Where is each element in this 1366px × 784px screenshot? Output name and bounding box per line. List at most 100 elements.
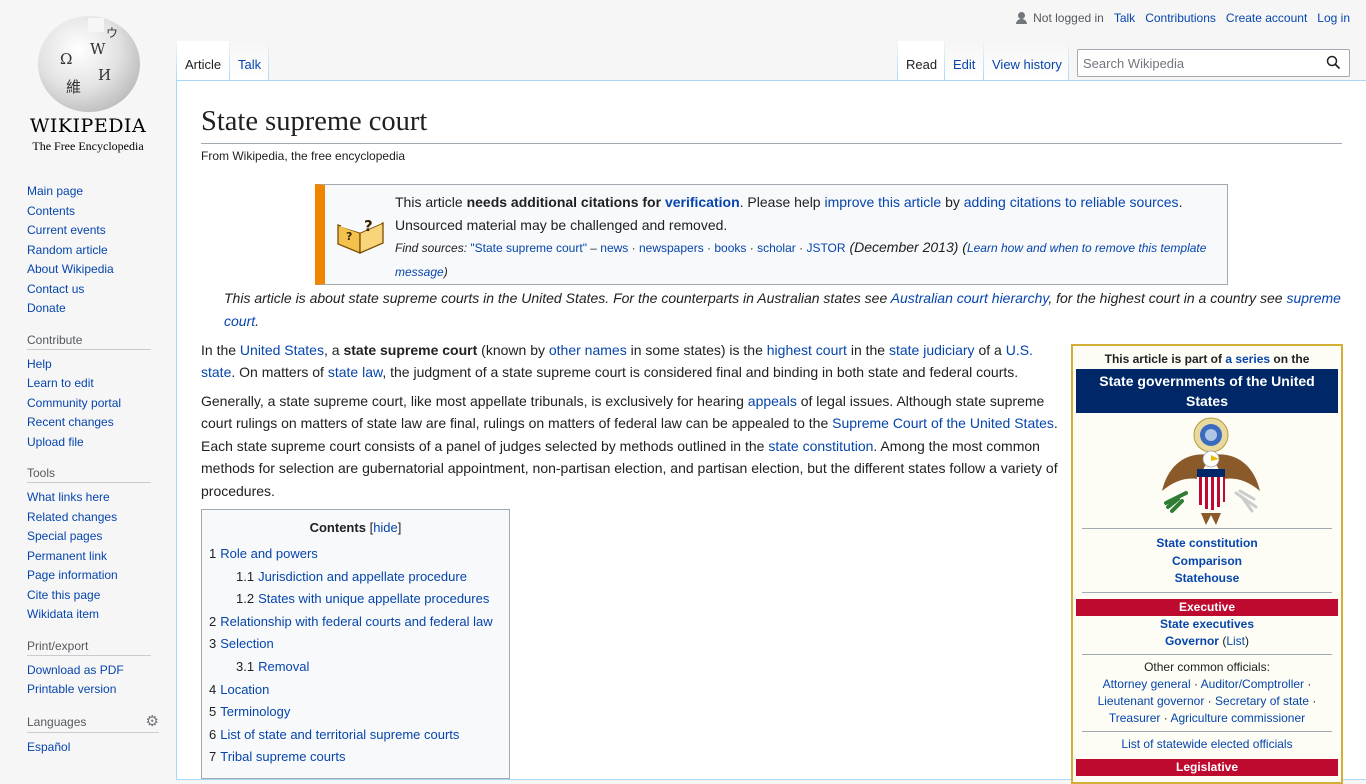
toc-link[interactable]: Removal bbox=[258, 659, 309, 674]
toc-link[interactable]: List of state and territorial supreme co… bbox=[220, 727, 459, 742]
find-sources-query-link[interactable]: "State supreme court" bbox=[470, 241, 587, 255]
p1-bold-term: state supreme court bbox=[343, 342, 478, 358]
toc-item[interactable]: 3 Selection bbox=[209, 633, 502, 656]
toc-item[interactable]: 5 Terminology bbox=[209, 701, 502, 724]
nav-tools-link[interactable]: Cite this page bbox=[27, 586, 176, 606]
toc-link[interactable]: Role and powers bbox=[220, 546, 318, 561]
nav-main-link[interactable]: Contents bbox=[27, 202, 176, 222]
governor-list-link[interactable]: List bbox=[1226, 634, 1245, 648]
agriculture-commissioner-link[interactable]: Agriculture commissioner bbox=[1170, 711, 1305, 725]
statehouse-link[interactable]: Statehouse bbox=[1082, 570, 1332, 588]
citation-notice-box: ? ? This article needs additional citati… bbox=[315, 184, 1228, 285]
appeals-link[interactable]: appeals bbox=[748, 393, 797, 409]
nav-contribute-link[interactable]: Learn to edit bbox=[27, 374, 176, 394]
contribute-heading: Contribute bbox=[27, 333, 151, 350]
lieutenant-governor-link[interactable]: Lieutenant governor bbox=[1098, 694, 1205, 708]
adding-citations-link[interactable]: adding citations to reliable sources bbox=[964, 194, 1179, 210]
nav-main-link[interactable]: About Wikipedia bbox=[27, 260, 176, 280]
fs-dot: · bbox=[795, 241, 807, 255]
treasurer-link[interactable]: Treasurer bbox=[1109, 711, 1161, 725]
auditor-link[interactable]: Auditor/Comptroller bbox=[1201, 677, 1304, 691]
improve-article-link[interactable]: improve this article bbox=[824, 194, 941, 210]
state-constitution-link[interactable]: state constitution bbox=[768, 438, 873, 454]
nav-tools-link[interactable]: Page information bbox=[27, 566, 176, 586]
nav-main-link[interactable]: Current events bbox=[27, 221, 176, 241]
toc-item[interactable]: 1.1 Jurisdiction and appellate procedure bbox=[209, 566, 502, 589]
nav-contribute-link[interactable]: Help bbox=[27, 355, 176, 375]
toc-item[interactable]: 2 Relationship with federal courts and fe… bbox=[209, 611, 502, 634]
nav-tools-link[interactable]: Related changes bbox=[27, 508, 176, 528]
jstor-link[interactable]: JSTOR bbox=[806, 241, 845, 255]
state-executives-link[interactable]: State executives bbox=[1076, 616, 1338, 633]
toc-item[interactable]: 3.1 Removal bbox=[209, 656, 502, 679]
toc-hide-link[interactable]: hide bbox=[373, 520, 398, 535]
toc-link[interactable]: Terminology bbox=[220, 704, 290, 719]
toc-item[interactable]: 1.2 States with unique appellate procedur… bbox=[209, 588, 502, 611]
tab-article[interactable]: Article bbox=[177, 41, 229, 81]
australian-court-hierarchy-link[interactable]: Australian court hierarchy bbox=[891, 290, 1049, 306]
governor-link[interactable]: Governor bbox=[1165, 634, 1219, 648]
toc-link[interactable]: States with unique appellate procedures bbox=[258, 591, 489, 606]
nav-main-link[interactable]: Contact us bbox=[27, 280, 176, 300]
nav-main-link[interactable]: Donate bbox=[27, 299, 176, 319]
toc-item[interactable]: 6 List of state and territorial supreme c… bbox=[209, 724, 502, 747]
nav-tools-link[interactable]: Permanent link bbox=[27, 547, 176, 567]
fs-dash: – bbox=[586, 241, 601, 255]
series-pre3: on the bbox=[1270, 352, 1310, 366]
toc-link[interactable]: Tribal supreme courts bbox=[220, 749, 345, 764]
nav-main-link[interactable]: Random article bbox=[27, 241, 176, 261]
scholar-link[interactable]: scholar bbox=[757, 241, 796, 255]
other-names-link[interactable]: other names bbox=[549, 342, 627, 358]
supreme-court-us-link[interactable]: Supreme Court of the United States bbox=[832, 415, 1054, 431]
nav-tools-link[interactable]: What links here bbox=[27, 488, 176, 508]
toc-item[interactable]: 7 Tribal supreme courts bbox=[209, 746, 502, 769]
books-link[interactable]: books bbox=[714, 241, 746, 255]
nav-tools-link[interactable]: Special pages bbox=[27, 527, 176, 547]
comparison-link[interactable]: Comparison bbox=[1082, 553, 1332, 571]
nav-language-link[interactable]: Español bbox=[27, 738, 176, 758]
toc-link[interactable]: Relationship with federal courts and fed… bbox=[220, 614, 492, 629]
personal-tools: Not logged in Talk Contributions Create … bbox=[1016, 11, 1350, 25]
tab-read[interactable]: Read bbox=[898, 41, 944, 81]
toc-item[interactable]: 4 Location bbox=[209, 679, 502, 702]
wikipedia-logo[interactable]: Ω W И 維 ウ Wikipedia The Free Encyclopedi… bbox=[0, 0, 176, 160]
create-account-link[interactable]: Create account bbox=[1226, 11, 1307, 25]
nav-print-link[interactable]: Download as PDF bbox=[27, 661, 176, 681]
nav-contribute-link[interactable]: Recent changes bbox=[27, 413, 176, 433]
executive-links: State executives Governor (List) bbox=[1076, 616, 1338, 650]
paragraph-2: Generally, a state supreme court, like m… bbox=[201, 390, 1061, 502]
contribute-portal: Help Learn to edit Community portal Recent … bbox=[27, 355, 176, 453]
statewide-officials-link[interactable]: List of statewide elected officials bbox=[1121, 737, 1292, 751]
secretary-of-state-link[interactable]: Secretary of state bbox=[1215, 694, 1309, 708]
news-link[interactable]: news bbox=[600, 241, 628, 255]
state-judiciary-link[interactable]: state judiciary bbox=[889, 342, 975, 358]
state-constitution-series-link[interactable]: State constitution bbox=[1082, 535, 1332, 553]
verification-link[interactable]: verification bbox=[665, 194, 740, 210]
tab-edit[interactable]: Edit bbox=[945, 41, 983, 81]
a-series-link[interactable]: a series bbox=[1225, 352, 1270, 366]
tab-view-history[interactable]: View history bbox=[984, 41, 1068, 81]
contributions-link[interactable]: Contributions bbox=[1145, 11, 1216, 25]
toc-item[interactable]: 1 Role and powers bbox=[209, 543, 502, 566]
nav-contribute-link[interactable]: Community portal bbox=[27, 394, 176, 414]
toc-link[interactable]: Location bbox=[220, 682, 269, 697]
nav-print-link[interactable]: Printable version bbox=[27, 680, 176, 700]
user-talk-link[interactable]: Talk bbox=[1114, 11, 1135, 25]
united-states-link[interactable]: United States bbox=[240, 342, 324, 358]
nav-main-link[interactable]: Main page bbox=[27, 182, 176, 202]
nav-contribute-link[interactable]: Upload file bbox=[27, 433, 176, 453]
officials-row-1: Attorney general · Auditor/Comptroller · bbox=[1082, 676, 1332, 693]
log-in-link[interactable]: Log in bbox=[1317, 11, 1350, 25]
toc-link[interactable]: Jurisdiction and appellate procedure bbox=[258, 569, 467, 584]
gear-icon[interactable]: ⚙ bbox=[146, 712, 159, 730]
newspapers-link[interactable]: newspapers bbox=[639, 241, 704, 255]
toc-link[interactable]: Selection bbox=[220, 636, 273, 651]
nav-tools-link[interactable]: Wikidata item bbox=[27, 605, 176, 625]
state-law-link[interactable]: state law bbox=[328, 364, 382, 380]
search-icon[interactable] bbox=[1326, 55, 1341, 70]
highest-court-link[interactable]: highest court bbox=[767, 342, 847, 358]
p1-m: . On matters of bbox=[231, 364, 328, 381]
tab-talk[interactable]: Talk bbox=[230, 41, 268, 81]
search-input[interactable] bbox=[1078, 50, 1318, 76]
attorney-general-link[interactable]: Attorney general bbox=[1103, 677, 1191, 691]
